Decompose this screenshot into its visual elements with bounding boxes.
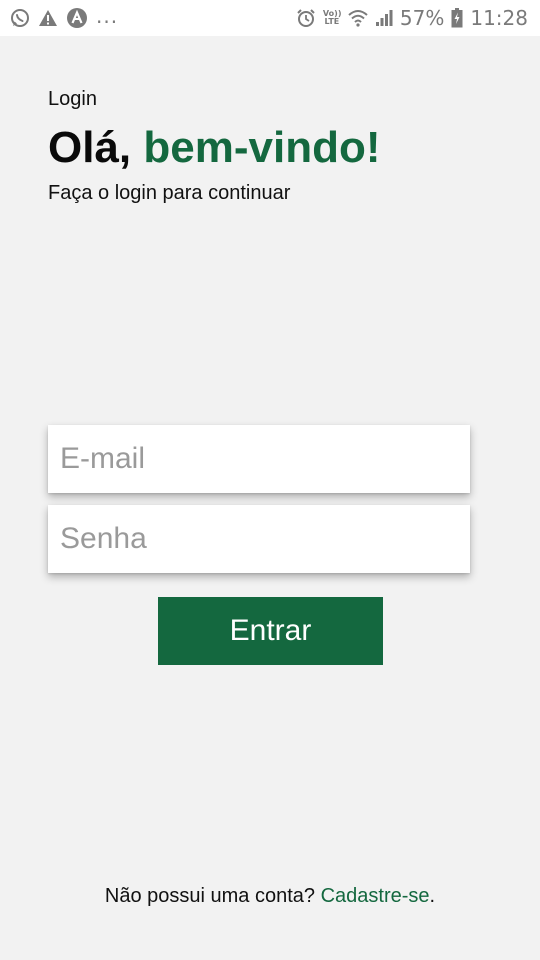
page-title: Olá, bem-vindo! [48,120,381,176]
battery-charging-icon [451,8,463,28]
page-eyebrow: Login [48,88,97,110]
volte-label-bottom: LTE [324,17,340,26]
status-bar-notifications: ... [10,0,118,36]
email-field[interactable] [48,425,470,493]
login-button[interactable]: Entrar [158,597,383,665]
battery-percent: 57% [399,6,445,30]
status-bar: ... Vo)) LTE 57% 11:28 [0,0,540,36]
whatsapp-icon [10,8,30,28]
alarm-clock-icon [296,8,316,28]
signup-prompt-period: . [429,885,436,907]
status-bar-system: Vo)) LTE 57% 11:28 [296,0,528,36]
page-subtitle: Faça o login para continuar [48,182,291,204]
clock-time: 11:28 [470,6,528,30]
password-field[interactable] [48,505,470,573]
title-accent: bem-vindo! [143,123,381,172]
warning-icon [38,9,58,27]
app-notification-icon [66,7,88,29]
signup-link[interactable]: Cadastre-se [321,885,430,907]
more-notifications-indicator: ... [96,4,119,28]
title-greeting: Olá, [48,123,132,172]
volte-icon: Vo)) LTE [323,10,342,26]
signal-strength-icon [375,9,393,27]
wifi-icon [348,9,368,27]
signup-prompt: Não possui uma conta? Cadastre-se. [0,885,540,908]
signup-prompt-text: Não possui uma conta? [104,885,316,907]
